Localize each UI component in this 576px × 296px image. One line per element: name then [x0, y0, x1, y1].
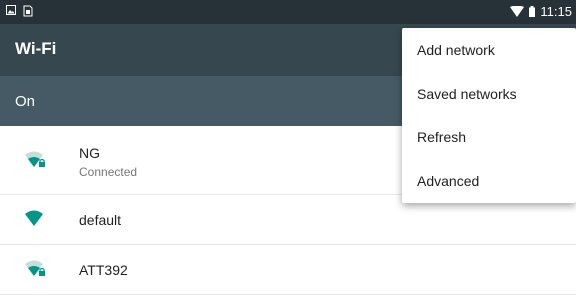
menu-item-label: Advanced — [417, 173, 480, 189]
network-row-att392[interactable]: ATT392 — [0, 245, 576, 295]
status-right: 11:15 — [510, 4, 572, 19]
network-status: Connected — [79, 165, 138, 179]
wifi-lock-icon — [25, 151, 45, 167]
network-name: default — [79, 212, 122, 228]
menu-item-label: Refresh — [417, 129, 467, 145]
sim-card-icon — [23, 5, 33, 17]
status-time: 11:15 — [540, 4, 572, 19]
status-bar: 11:15 — [0, 0, 576, 24]
wifi-full-icon — [25, 210, 43, 226]
battery-icon — [529, 6, 536, 17]
menu-item-saved-networks[interactable]: Saved networks — [402, 72, 576, 116]
page-title: Wi-Fi — [15, 39, 57, 58]
wifi-signal-icon — [510, 6, 525, 17]
menu-item-add-network[interactable]: Add network — [402, 28, 576, 72]
menu-item-refresh[interactable]: Refresh — [402, 115, 576, 159]
status-left-icons — [6, 5, 33, 17]
network-name: ATT392 — [79, 262, 128, 278]
overflow-menu: Add network Saved networks Refresh Advan… — [402, 28, 576, 203]
network-name: NG — [79, 145, 100, 161]
wifi-lock-icon — [25, 260, 45, 276]
wifi-switch-label: On — [15, 93, 36, 110]
menu-item-advanced[interactable]: Advanced — [402, 159, 576, 203]
menu-item-label: Saved networks — [417, 86, 517, 102]
menu-item-label: Add network — [417, 42, 495, 58]
image-icon — [6, 5, 16, 15]
